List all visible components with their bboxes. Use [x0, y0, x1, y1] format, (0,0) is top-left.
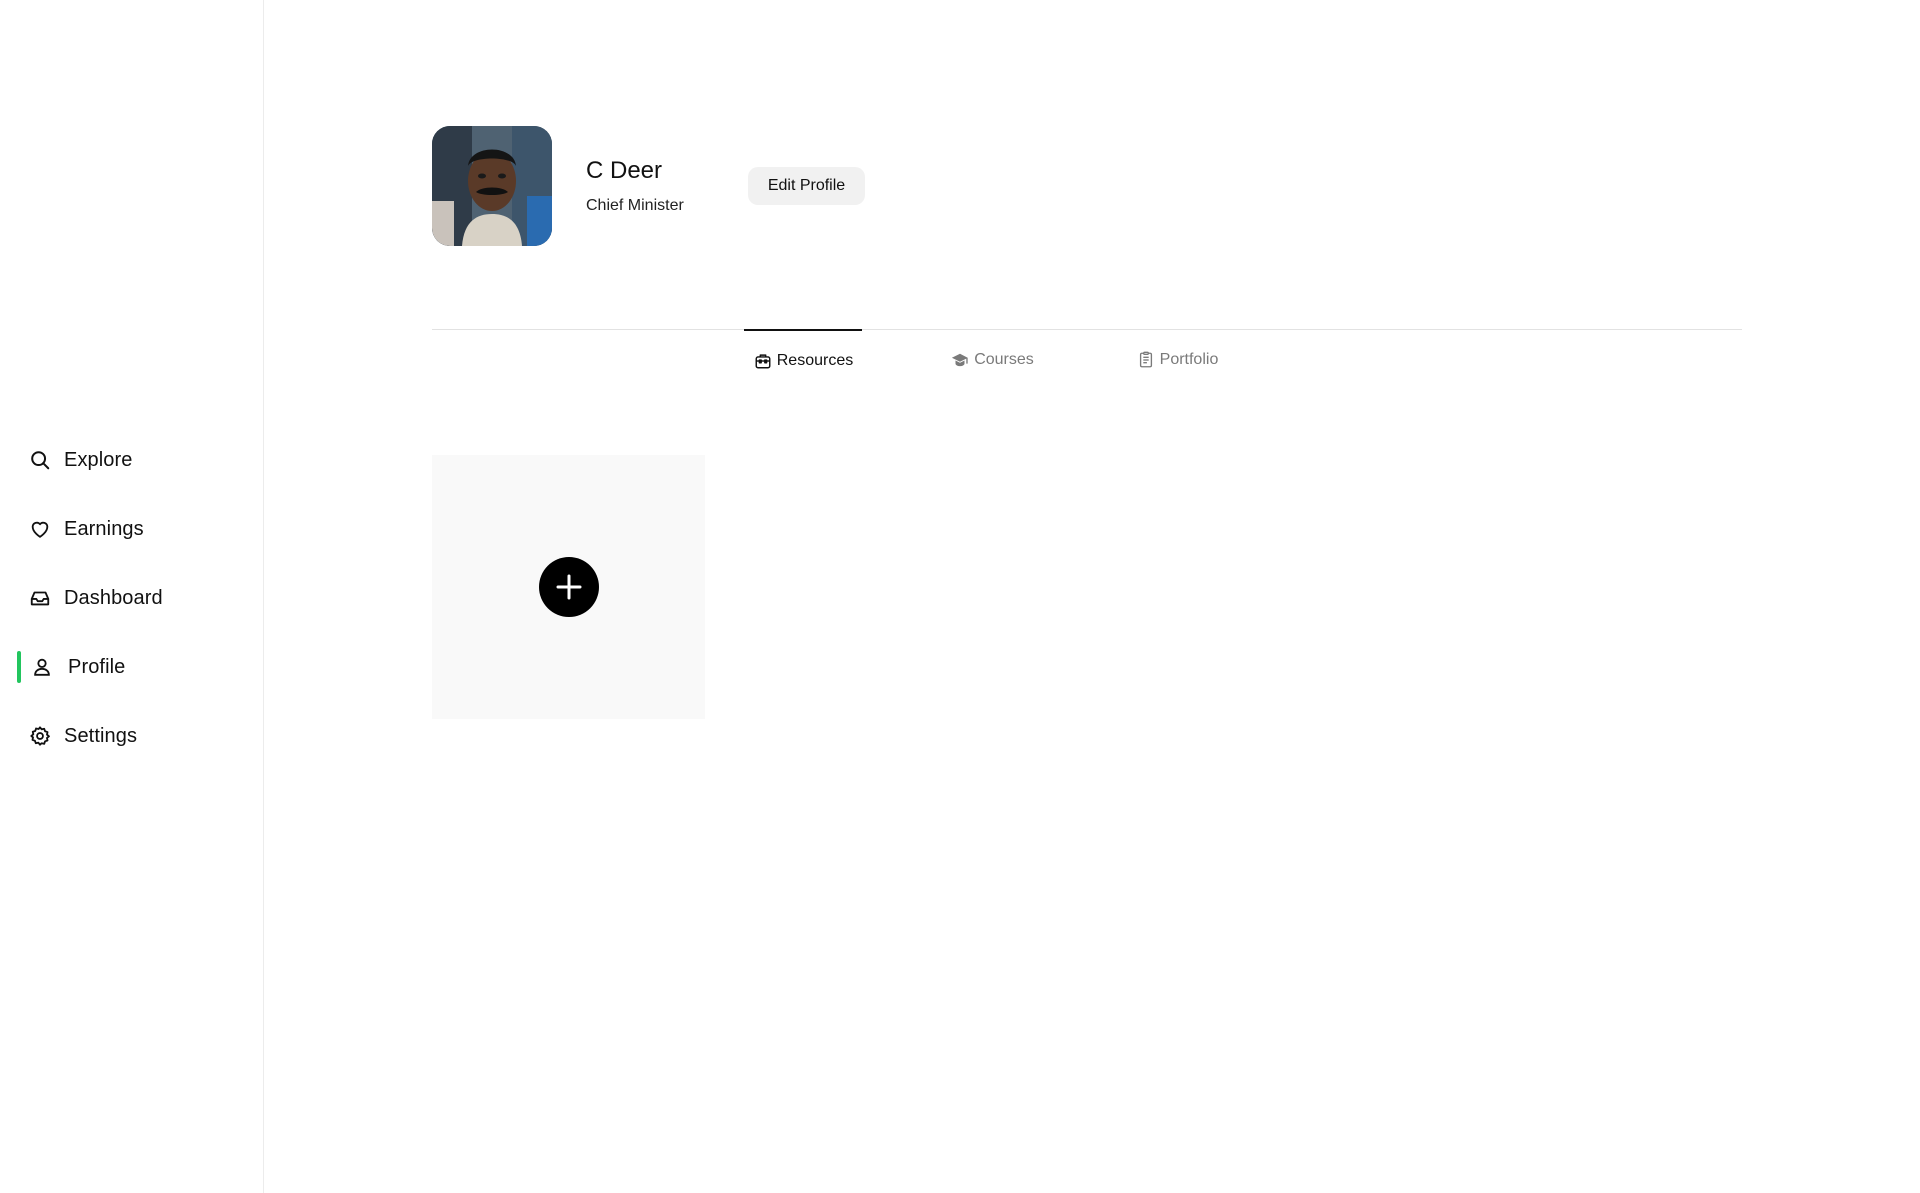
sidebar-item-label: Dashboard: [64, 586, 163, 609]
profile-name: C Deer: [586, 157, 663, 184]
gear-icon: [28, 724, 52, 748]
active-indicator: [17, 651, 21, 683]
tab-resources[interactable]: Resources: [744, 329, 862, 391]
sidebar-item-label: Settings: [64, 724, 138, 747]
tab-label: Resources: [776, 352, 854, 369]
add-resource-card[interactable]: [432, 455, 705, 719]
avatar: [432, 126, 552, 246]
sidebar-item-label: Profile: [68, 655, 126, 678]
sidebar-item-profile[interactable]: Profile: [0, 647, 264, 687]
sidebar-item-dashboard[interactable]: Dashboard: [0, 578, 264, 618]
add-resource-button[interactable]: [538, 557, 599, 617]
tab-label: Courses: [974, 351, 1034, 368]
tab-courses[interactable]: Courses: [932, 329, 1052, 391]
profile-tabs: Resources Courses Portfolio: [432, 329, 1742, 391]
sidebar-item-earnings[interactable]: Earnings: [0, 509, 264, 549]
search-icon: [28, 448, 52, 472]
inbox-icon: [28, 586, 52, 610]
sidebar-item-settings[interactable]: Settings: [0, 716, 264, 756]
profile-header: C Deer Chief Minister Edit Profile: [432, 126, 866, 246]
heart-icon: [28, 517, 52, 541]
sidebar-item-explore[interactable]: Explore: [0, 440, 264, 480]
sidebar-item-label: Earnings: [64, 517, 144, 540]
plus-icon: [556, 574, 581, 600]
sidebar-nav: Explore Earnings Dashboard Profile Setti…: [0, 440, 264, 785]
profile-role: Chief Minister: [586, 197, 684, 214]
tab-label: Portfolio: [1159, 351, 1219, 368]
sidebar-item-label: Explore: [64, 448, 133, 471]
document-icon: [1136, 350, 1156, 370]
user-icon: [30, 655, 54, 679]
edit-profile-button[interactable]: Edit Profile: [747, 167, 866, 205]
profile-info: C Deer Chief Minister: [586, 157, 684, 215]
main-content: C Deer Chief Minister Edit Profile Resou…: [265, 0, 1920, 1193]
tab-portfolio[interactable]: Portfolio: [1122, 329, 1232, 391]
sidebar: Explore Earnings Dashboard Profile Setti…: [0, 0, 264, 1193]
briefcase-icon: [753, 351, 773, 371]
graduation-cap-icon: [950, 350, 970, 370]
